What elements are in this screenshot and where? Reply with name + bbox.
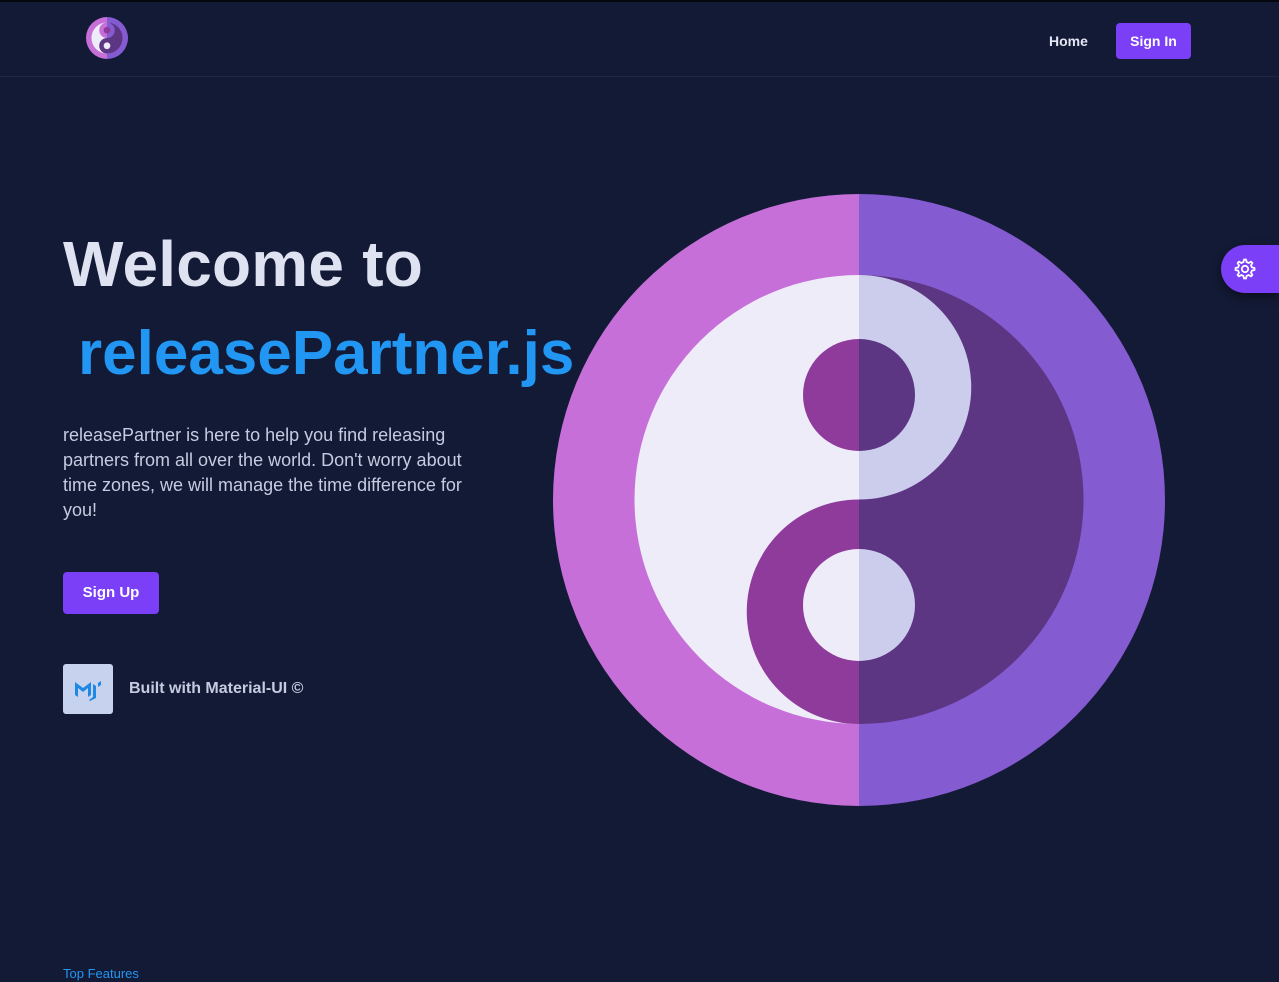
material-ui-icon: [75, 681, 101, 701]
sign-up-button[interactable]: Sign Up: [63, 572, 159, 614]
hero-title-line2: releasePartner.js: [78, 319, 575, 388]
hero-description: releasePartner is here to help you find …: [63, 425, 462, 520]
navbar: Home Sign In: [0, 2, 1279, 77]
nav-home-link[interactable]: Home: [1035, 23, 1102, 59]
gear-icon: [1234, 258, 1256, 280]
top-features-link[interactable]: Top Features: [63, 966, 139, 982]
built-with-text: Built with Material-UI ©: [129, 680, 304, 697]
yin-yang-logo-icon[interactable]: [86, 17, 128, 59]
sign-in-button[interactable]: Sign In: [1116, 23, 1191, 59]
hero-title-line1: Welcome to: [63, 228, 423, 300]
yin-yang-illustration: [553, 194, 1165, 806]
settings-button[interactable]: [1221, 245, 1279, 293]
material-ui-badge: [63, 664, 113, 714]
